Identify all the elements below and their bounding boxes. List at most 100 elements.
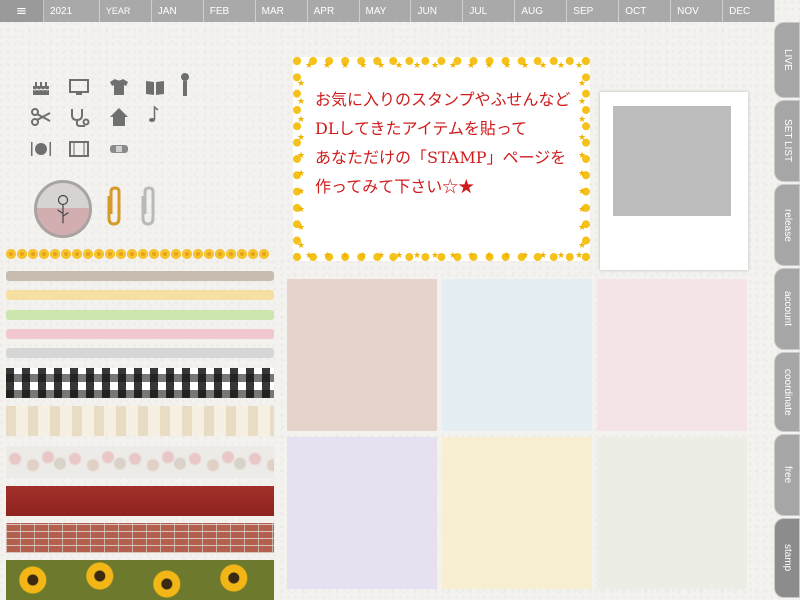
cake-icon[interactable]	[30, 76, 52, 98]
border-star-icon: ★	[377, 61, 386, 71]
month-tab-feb[interactable]: FEB	[203, 0, 256, 22]
border-star-icon: ★	[297, 151, 306, 161]
border-star-icon: ★	[297, 133, 306, 143]
tape-stripe-beige[interactable]	[6, 271, 274, 281]
border-star-icon: ★	[297, 115, 306, 125]
tab-live[interactable]: LIVE	[774, 22, 800, 98]
instruction-note: お気に入りのスタンプやふせんなど DLしてきたアイテムを貼って あなただけの「S…	[293, 57, 590, 261]
border-star-icon: ★	[485, 61, 494, 71]
border-star-icon: ★	[395, 251, 404, 261]
swatch-pink[interactable]	[597, 279, 747, 431]
border-star-icon: ★	[575, 251, 584, 261]
month-tab-nov[interactable]: NOV	[671, 0, 724, 22]
month-tab-mar[interactable]: MAR	[255, 0, 308, 22]
border-star-icon: ★	[539, 251, 548, 261]
tab-release[interactable]: release	[774, 184, 800, 266]
scissors-icon[interactable]	[30, 106, 52, 128]
month-tab-apr[interactable]: APR	[307, 0, 360, 22]
border-star-icon: ★	[467, 251, 476, 261]
border-star-icon: ★	[557, 61, 566, 71]
bandage-icon[interactable]	[108, 138, 130, 160]
border-star-icon: ★	[578, 151, 587, 161]
border-star-icon: ★	[503, 251, 512, 261]
border-star-icon: ★	[297, 187, 306, 197]
month-tab-may[interactable]: MAY	[359, 0, 412, 22]
border-star-icon: ★	[578, 241, 587, 251]
tab-free[interactable]: free	[774, 434, 800, 516]
swatch-beige[interactable]	[287, 279, 437, 431]
gold-paperclip-icon[interactable]	[104, 186, 124, 232]
border-star-icon: ★	[503, 61, 512, 71]
border-star-icon: ★	[297, 79, 306, 89]
tape-stripe-green[interactable]	[6, 310, 274, 320]
tape-brick[interactable]	[6, 523, 274, 553]
tape-sunflower[interactable]	[6, 560, 274, 600]
border-star-icon: ★	[578, 187, 587, 197]
border-star-icon: ★	[539, 61, 548, 71]
rose-badge[interactable]	[34, 180, 92, 238]
stethoscope-icon[interactable]	[68, 106, 90, 128]
month-tab-sep[interactable]: SEP	[567, 0, 620, 22]
microphone-icon[interactable]	[174, 72, 196, 96]
tab-set-list[interactable]: SET LIST	[774, 100, 800, 182]
border-star-icon: ★	[431, 251, 440, 261]
tape-stripe-yellow[interactable]	[6, 290, 274, 300]
border-star-icon: ★	[297, 169, 306, 179]
silver-paperclip-icon[interactable]	[138, 186, 158, 232]
swatch-light-blue[interactable]	[442, 279, 592, 431]
year-button[interactable]: YEAR	[99, 0, 152, 22]
border-star-icon: ★	[485, 251, 494, 261]
border-star-icon: ★	[297, 97, 306, 107]
month-tab-jul[interactable]: JUL	[463, 0, 516, 22]
tape-stripe-gray[interactable]	[6, 348, 274, 358]
tshirt-icon[interactable]	[108, 76, 130, 98]
border-star-icon: ★	[578, 205, 587, 215]
border-star-icon: ★	[578, 115, 587, 125]
tape-stripe-pink[interactable]	[6, 329, 274, 339]
border-star-icon: ★	[341, 251, 350, 261]
border-star-icon: ★	[449, 61, 458, 71]
border-star-icon: ★	[297, 205, 306, 215]
tape-red-leather[interactable]	[6, 486, 274, 516]
swatch-pale-green[interactable]	[597, 437, 747, 589]
dining-icon[interactable]	[30, 138, 52, 160]
border-star-icon: ★	[377, 251, 386, 261]
border-star-icon: ★	[467, 61, 476, 71]
month-tab-jun[interactable]: JUN	[411, 0, 464, 22]
border-star-icon: ★	[557, 251, 566, 261]
tab-coordinate[interactable]: coordinate	[774, 352, 800, 432]
music-note-icon[interactable]	[144, 104, 166, 126]
section-tabs: LIVE SET LIST release account coordinate…	[774, 22, 800, 600]
border-star-icon: ★	[413, 61, 422, 71]
border-star-icon: ★	[341, 61, 350, 71]
border-star-icon: ★	[578, 133, 587, 143]
tape-kraft-stripe[interactable]	[6, 406, 274, 436]
border-star-icon: ★	[521, 251, 530, 261]
polaroid-frame[interactable]	[600, 92, 748, 270]
month-tab-aug[interactable]: AUG	[515, 0, 568, 22]
tab-stamp[interactable]: stamp	[774, 518, 800, 598]
tab-account[interactable]: account	[774, 268, 800, 350]
month-tab-dec[interactable]: DEC	[723, 0, 776, 22]
monitor-icon[interactable]	[68, 76, 90, 98]
border-star-icon: ★	[323, 251, 332, 261]
border-star-icon: ★	[297, 241, 306, 251]
book-icon[interactable]	[144, 76, 166, 98]
border-star-icon: ★	[359, 61, 368, 71]
border-star-icon: ★	[395, 61, 404, 71]
tape-gingham[interactable]	[6, 368, 274, 398]
home-icon[interactable]	[108, 106, 130, 128]
menu-button[interactable]: ≡	[0, 0, 44, 22]
border-star-icon: ★	[578, 97, 587, 107]
year-label: 2021	[43, 0, 100, 22]
sunflower-mini-tape[interactable]	[6, 249, 274, 259]
swatch-cream[interactable]	[442, 437, 592, 589]
photo-placeholder	[613, 106, 731, 216]
border-star-icon: ★	[297, 223, 306, 233]
film-icon[interactable]	[68, 138, 90, 160]
month-tab-oct[interactable]: OCT	[619, 0, 672, 22]
swatch-lavender[interactable]	[287, 437, 437, 589]
month-tab-jan[interactable]: JAN	[151, 0, 204, 22]
border-star-icon: ★	[578, 79, 587, 89]
tape-floral[interactable]	[6, 446, 274, 478]
